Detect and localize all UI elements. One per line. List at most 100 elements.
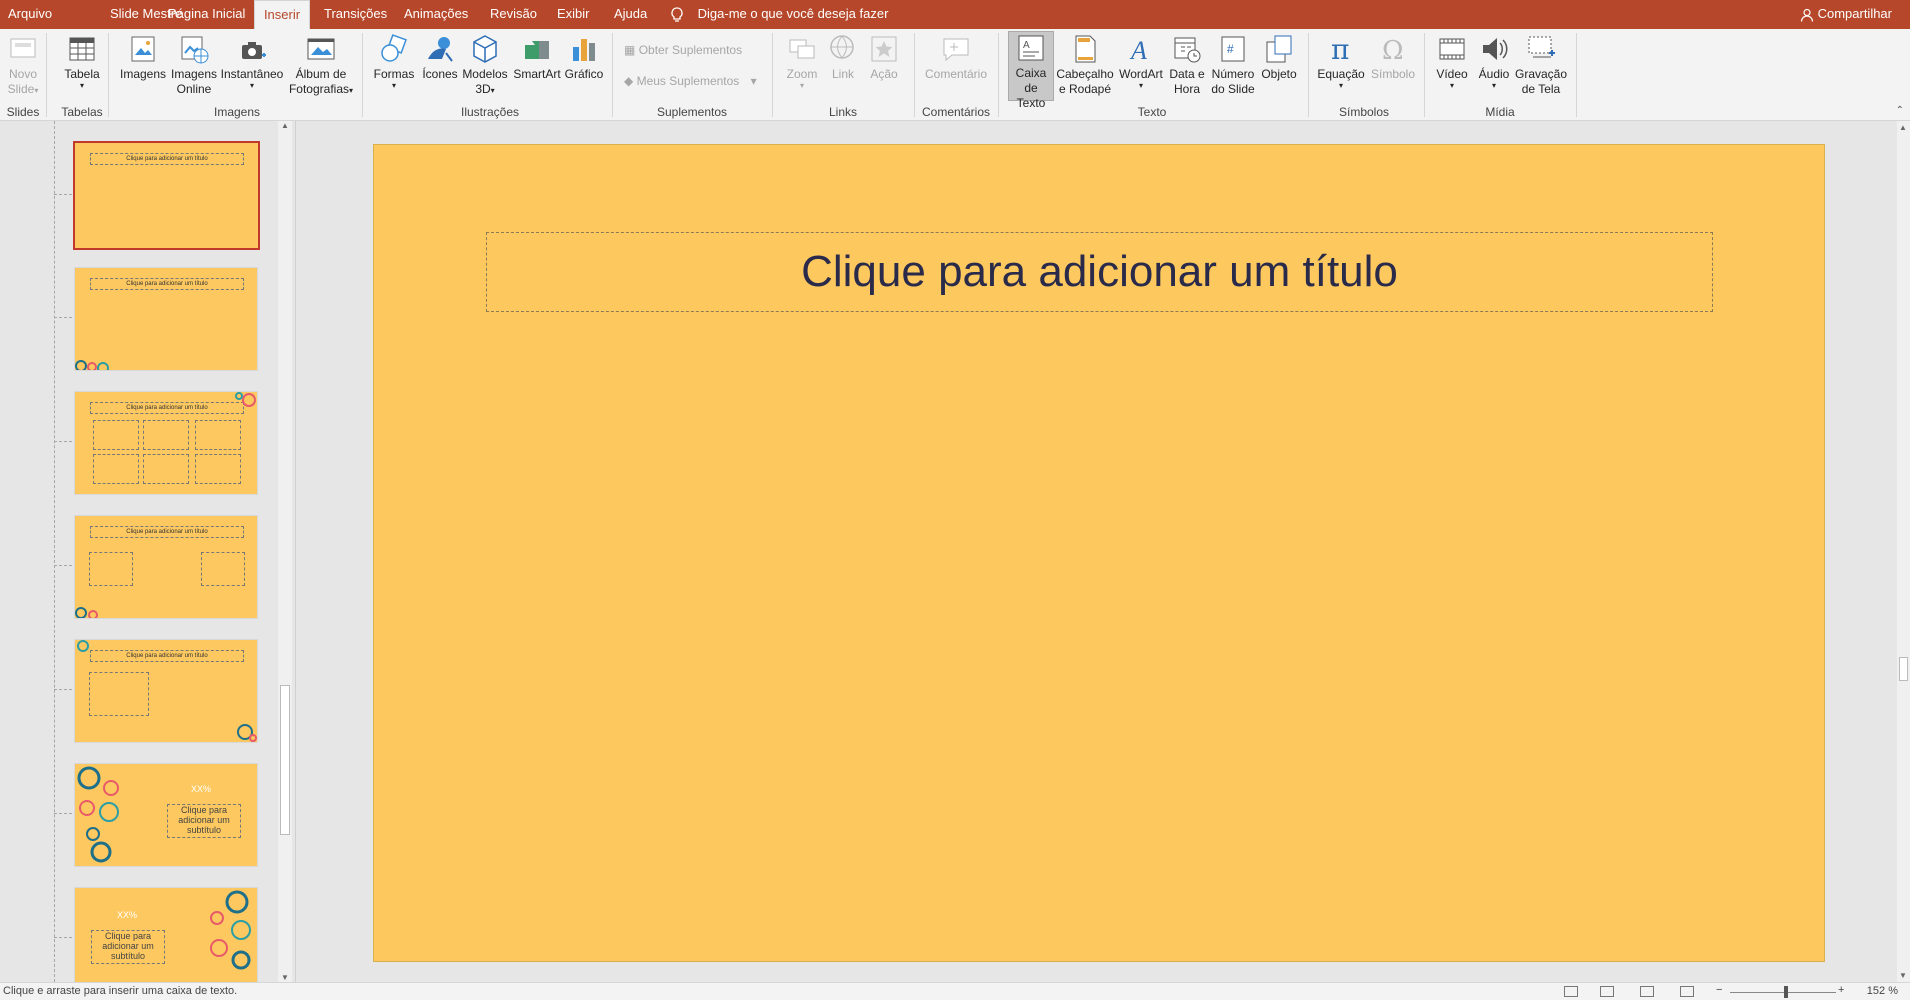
store-icon: ▦ (624, 43, 636, 57)
objeto-button[interactable]: Objeto (1258, 33, 1300, 82)
acao-button[interactable]: Ação (864, 33, 904, 82)
thumb-pct: XX% (116, 910, 137, 920)
zoom-label: Zoom (786, 67, 818, 81)
formas-button[interactable]: Formas ▾ (372, 33, 416, 90)
thumbnail-scrollbar[interactable]: ▲ ▼ (278, 121, 292, 982)
zoom-level[interactable]: 152 % (1867, 985, 1898, 997)
text-box-icon: A (1018, 35, 1044, 61)
imagens-online-label-2: Online (176, 82, 212, 96)
thumbnail-layout-7[interactable]: XX% Clique para adicionar um subtítulo (74, 887, 258, 991)
video-label: Vídeo (1436, 67, 1468, 81)
slide-master-layout[interactable]: Clique para adicionar um título (373, 144, 1825, 962)
tab-revisao[interactable]: Revisão (490, 0, 537, 29)
group-label-suplementos: Suplementos (656, 105, 728, 119)
equacao-button[interactable]: π Equação ▾ (1316, 33, 1366, 90)
circles-decoration-icon (75, 607, 98, 618)
zoom-slider-handle[interactable] (1784, 986, 1788, 998)
novo-slide-button[interactable]: Novo Slide▾ (4, 33, 42, 97)
thumbnail-layout-1[interactable]: Clique para adicionar um título (73, 141, 260, 250)
title-placeholder[interactable]: Clique para adicionar um título (486, 232, 1713, 312)
gravacao-label-1: Gravação (1514, 67, 1568, 81)
screen-record-icon (1528, 36, 1555, 58)
tabela-button[interactable]: Tabela ▾ (60, 33, 104, 90)
scrollbar-thumb[interactable] (280, 685, 290, 835)
comentario-button[interactable]: Comentário (922, 33, 990, 82)
simbolo-label: Símbolo (1370, 67, 1416, 81)
instantaneo-button[interactable]: Instantâneo ▾ (220, 33, 284, 90)
thumb-title-ph: Clique para adicionar um título (90, 278, 244, 290)
imagens-button[interactable]: Imagens (118, 33, 168, 82)
novo-slide-label-2: Slide (7, 82, 35, 96)
star-action-icon (871, 36, 897, 62)
scroll-up-icon[interactable]: ▲ (1899, 123, 1907, 132)
tab-animacoes[interactable]: Animações (404, 0, 468, 29)
obter-suplementos-label: Obter Suplementos (638, 43, 743, 57)
meus-suplementos-button[interactable]: ◆ Meus Suplementos ▾ (624, 74, 757, 88)
group-label-slides: Slides (6, 105, 40, 119)
modelos-3d-button[interactable]: Modelos 3D▾ (460, 33, 510, 97)
icones-button[interactable]: Ícones (418, 33, 462, 82)
zoom-out-icon[interactable]: − (1716, 984, 1722, 996)
smartart-icon (525, 41, 549, 59)
tab-inserir[interactable]: Inserir (254, 0, 310, 29)
thumbnail-layout-4[interactable]: Clique para adicionar um título (74, 515, 258, 619)
cabecalho-rodape-button[interactable]: Cabeçalho e Rodapé (1056, 33, 1114, 97)
normal-view-icon[interactable] (1564, 986, 1578, 997)
thumb-pct: XX% (190, 784, 211, 794)
zoom-in-icon[interactable]: + (1838, 984, 1844, 996)
canvas-scrollbar[interactable]: ▲ ▼ (1897, 121, 1910, 982)
thumbnail-layout-6[interactable]: XX% Clique para adicionar um subtítulo (74, 763, 258, 867)
tab-pagina-inicial[interactable]: Página Inicial (168, 0, 245, 29)
scroll-up-icon[interactable]: ▲ (281, 121, 289, 130)
video-button[interactable]: Vídeo ▾ (1432, 33, 1472, 90)
tell-me-box[interactable]: Diga-me o que você deseja fazer (670, 0, 888, 29)
picture-icon (131, 36, 155, 62)
thumb-title-ph: Clique para adicionar um título (90, 153, 244, 165)
scrollbar-thumb[interactable] (1899, 657, 1908, 681)
gravacao-tela-button[interactable]: Gravação de Tela (1514, 33, 1568, 97)
thumbnail-layout-2[interactable]: Clique para adicionar um título (74, 267, 258, 371)
objeto-label: Objeto (1261, 67, 1297, 81)
share-button[interactable]: Compartilhar (1800, 0, 1892, 29)
collapse-ribbon-icon[interactable]: ⌃ (1896, 105, 1904, 116)
slideshow-icon[interactable] (1680, 986, 1694, 997)
data-hora-button[interactable]: Data e Hora (1166, 33, 1208, 97)
group-label-ilustracoes: Ilustrações (460, 105, 520, 119)
caixa-de-texto-button[interactable]: A Caixa de Texto (1008, 31, 1054, 110)
tab-exibir[interactable]: Exibir (557, 0, 590, 29)
circles-decoration-icon (77, 640, 89, 652)
grafico-button[interactable]: Gráfico (564, 33, 604, 82)
reading-view-icon[interactable] (1640, 986, 1654, 997)
data-hora-label-1: Data e (1169, 67, 1205, 81)
zoom-button[interactable]: Zoom ▾ (782, 33, 822, 90)
tab-arquivo[interactable]: Arquivo (8, 0, 52, 29)
audio-button[interactable]: Áudio ▾ (1474, 33, 1514, 90)
simbolo-button[interactable]: Ω Símbolo (1368, 33, 1418, 82)
menu-tab-bar: Arquivo Slide Mestre Página Inicial Inse… (0, 0, 1910, 29)
tab-transicoes[interactable]: Transições (324, 0, 387, 29)
slide-sorter-icon[interactable] (1600, 986, 1614, 997)
scroll-down-icon[interactable]: ▼ (281, 973, 289, 982)
wordart-button[interactable]: A WordArt ▾ (1116, 33, 1166, 90)
album-button[interactable]: Álbum de Fotografias▾ (286, 33, 356, 97)
zoom-slider[interactable] (1730, 992, 1836, 993)
group-label-links: Links (828, 105, 857, 119)
person-icon (1800, 8, 1814, 22)
omega-icon: Ω (1382, 36, 1404, 65)
ribbon-inserir: Novo Slide▾ Tabela ▾ Imagens Imagens Onl… (0, 29, 1910, 121)
instantaneo-label: Instantâneo (220, 67, 284, 81)
smartart-button[interactable]: SmartArt (510, 33, 564, 82)
numero-slide-button[interactable]: # Número do Slide (1208, 33, 1258, 97)
thumbnail-layout-5[interactable]: Clique para adicionar um título (74, 639, 258, 743)
smartart-label: SmartArt (513, 67, 561, 81)
obter-suplementos-button[interactable]: ▦ Obter Suplementos (624, 43, 742, 57)
powerpoint-window: { "tabs": ["Arquivo", "Slide Mestre", "P… (0, 0, 1910, 1000)
imagens-online-button[interactable]: Imagens Online (170, 33, 218, 97)
tab-ajuda[interactable]: Ajuda (614, 0, 647, 29)
thumbnail-layout-3[interactable]: Clique para adicionar um título (74, 391, 258, 495)
scroll-down-icon[interactable]: ▼ (1899, 971, 1907, 980)
wordart-icon: A (1129, 36, 1147, 65)
link-button[interactable]: Link (824, 33, 862, 82)
icones-label: Ícones (422, 67, 458, 81)
circles-decoration-icon (75, 360, 109, 370)
